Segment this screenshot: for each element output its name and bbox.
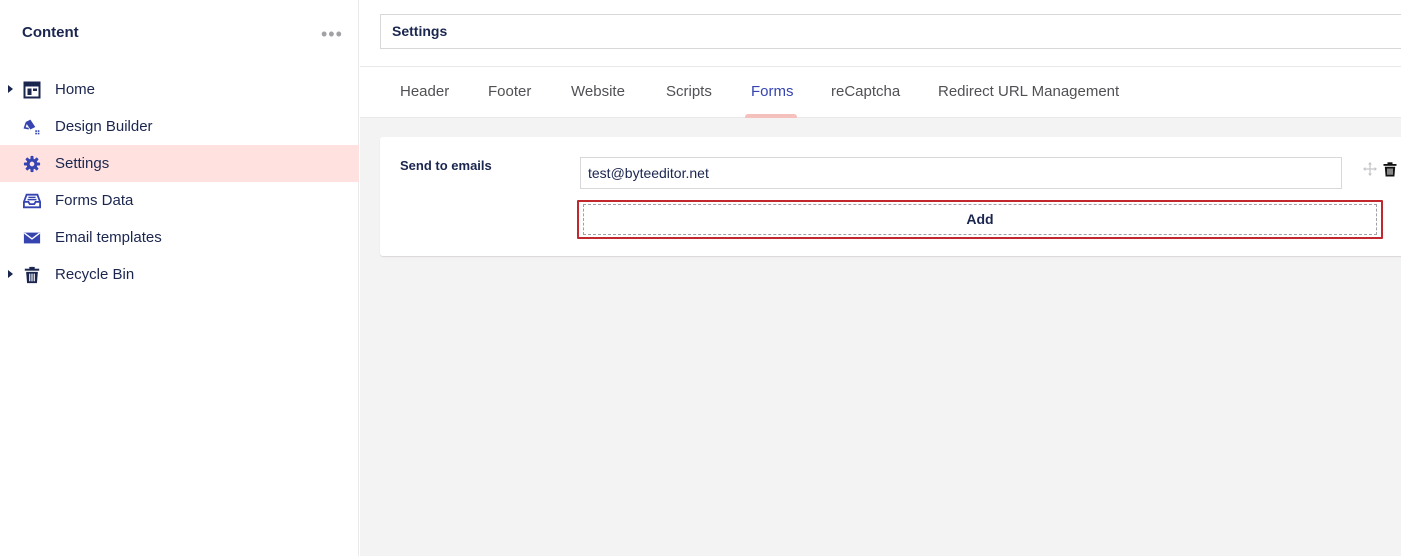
tab-bar: Header Footer Website Scripts Forms reCa… — [360, 67, 1401, 118]
sidebar-header: Content ••• — [0, 0, 359, 66]
tree-item-label: Home — [55, 81, 96, 98]
sidebar-title: Content — [22, 24, 79, 41]
tree-item-recycle-bin[interactable]: Recycle Bin — [0, 256, 359, 293]
content-tree: Home Design Builder Settings Forms Data … — [0, 71, 359, 293]
tree-item-label: Settings — [55, 155, 110, 172]
envelope-icon — [23, 232, 41, 244]
tree-item-home[interactable]: Home — [0, 71, 359, 108]
caret-right-icon[interactable] — [8, 85, 13, 93]
tab-redirect-url-management[interactable]: Redirect URL Management — [938, 83, 1119, 100]
delete-icon[interactable] — [1383, 162, 1397, 177]
tree-item-settings[interactable]: Settings — [0, 145, 359, 182]
tab-forms[interactable]: Forms — [751, 83, 794, 100]
ellipsis-icon[interactable]: ••• — [321, 25, 343, 43]
tab-website[interactable]: Website — [571, 83, 625, 100]
property-card: Send to emails test@byteeditor.net Add — [380, 137, 1401, 256]
gear-icon — [23, 155, 41, 173]
tab-header[interactable]: Header — [400, 83, 449, 100]
tab-scripts[interactable]: Scripts — [666, 83, 712, 100]
trash-icon — [24, 266, 40, 284]
tree-item-label: Recycle Bin — [55, 266, 135, 283]
active-tab-indicator — [745, 114, 797, 118]
tab-footer[interactable]: Footer — [488, 83, 531, 100]
tree-item-design-builder[interactable]: Design Builder — [0, 108, 359, 145]
property-label: Send to emails — [400, 158, 492, 173]
add-button[interactable]: Add — [583, 204, 1377, 235]
paint-icon — [23, 119, 40, 135]
editor-panel: Settings Header Footer Website Scripts F… — [360, 0, 1401, 556]
email-field[interactable]: test@byteeditor.net — [580, 157, 1342, 189]
inbox-icon — [23, 193, 41, 209]
editor-header: Settings — [360, 0, 1401, 67]
layout-icon — [23, 81, 41, 99]
node-name-input[interactable]: Settings — [380, 14, 1401, 49]
caret-right-icon[interactable] — [8, 270, 13, 278]
tree-item-label: Forms Data — [55, 192, 134, 209]
content-sidebar: Content ••• Home Design Builder Settings… — [0, 0, 359, 556]
tree-item-label: Design Builder — [55, 118, 153, 135]
tree-item-label: Email templates — [55, 229, 162, 246]
drag-handle-icon[interactable] — [1363, 162, 1377, 176]
tree-item-forms-data[interactable]: Forms Data — [0, 182, 359, 219]
tree-item-email-templates[interactable]: Email templates — [0, 219, 359, 256]
tab-recaptcha[interactable]: reCaptcha — [831, 83, 900, 100]
